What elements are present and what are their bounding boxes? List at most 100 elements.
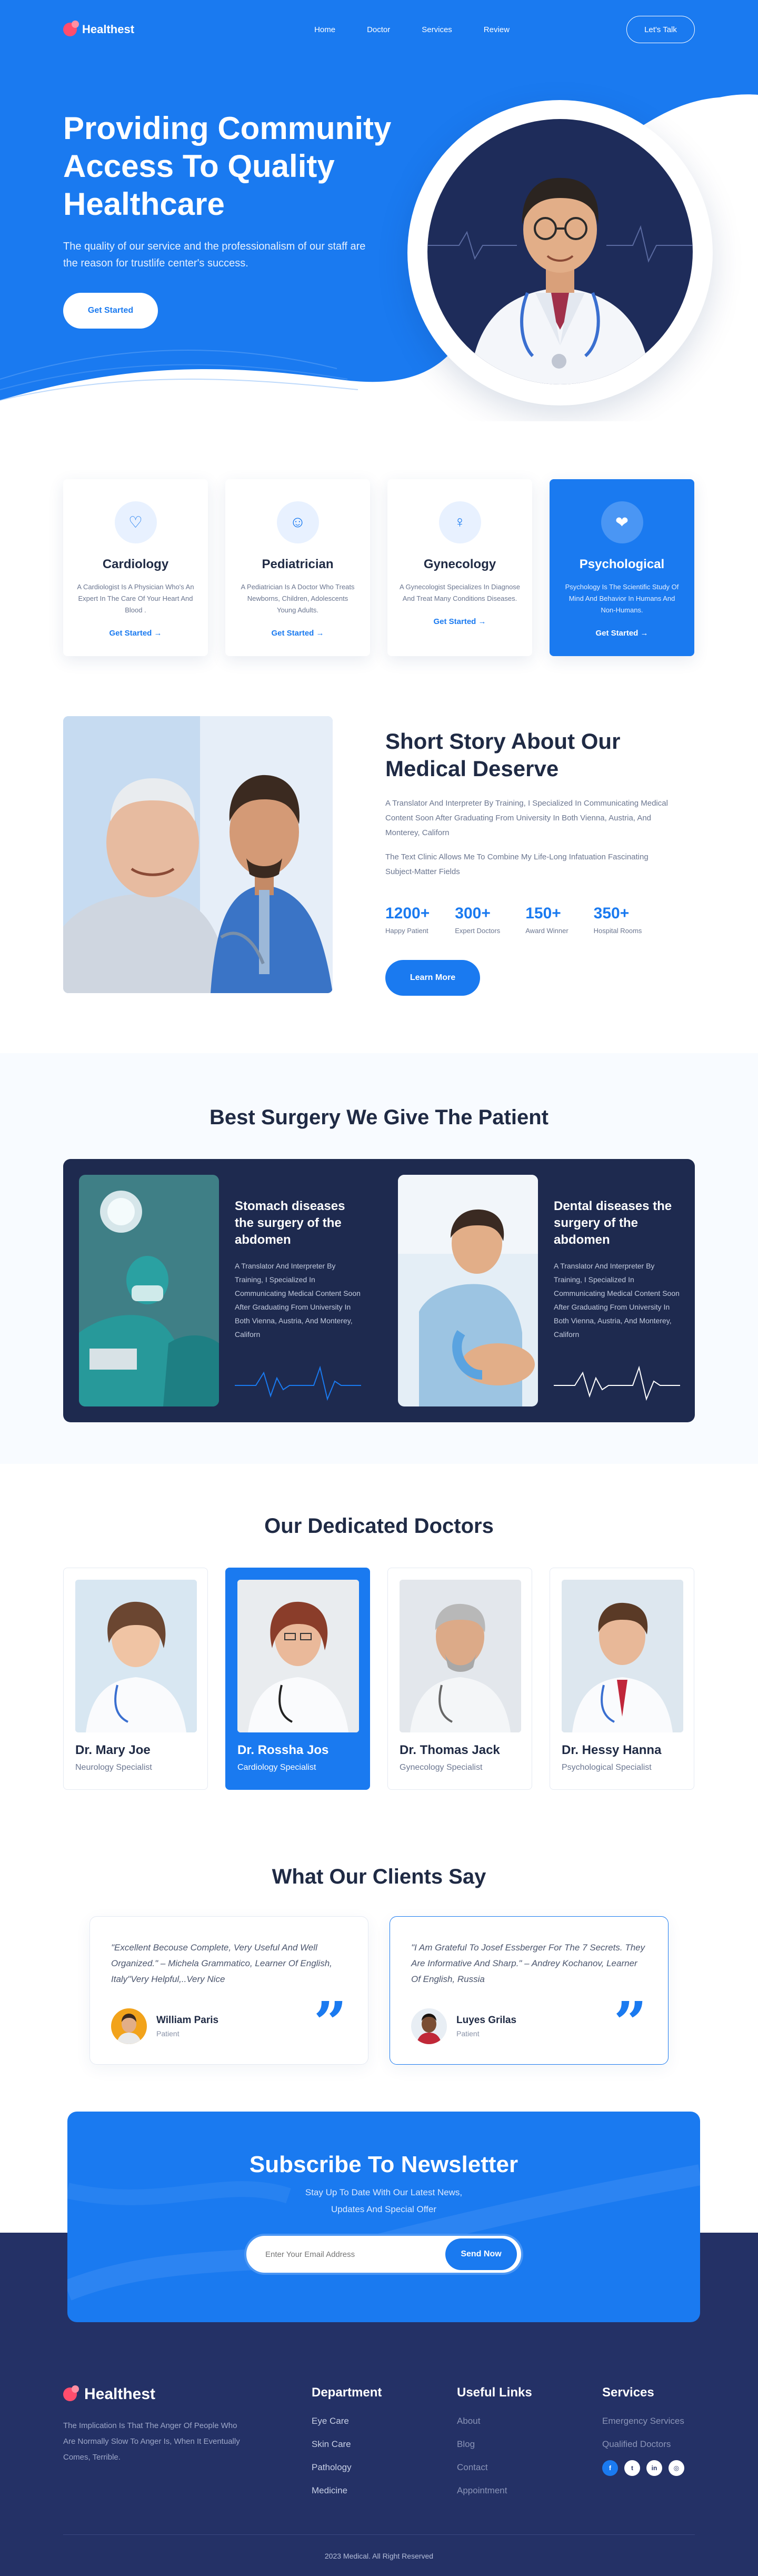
doctor-card[interactable]: Dr. Thomas Jack Gynecology Specialist bbox=[387, 1568, 532, 1790]
nav-links: Home Doctor Services Review bbox=[314, 25, 510, 34]
stat-label: Award Winner bbox=[525, 927, 568, 935]
service-get-started-link[interactable]: Get Started → bbox=[109, 629, 162, 638]
doctor-role: Gynecology Specialist bbox=[400, 1763, 483, 1772]
footer-link-emergency[interactable]: Emergency Services bbox=[602, 2416, 695, 2426]
facebook-icon[interactable]: f bbox=[602, 2460, 618, 2476]
footer-link-appointment[interactable]: Appointment bbox=[457, 2485, 602, 2496]
heartbeat-icon bbox=[554, 1365, 680, 1401]
doctor-name: Dr. Mary Joe bbox=[75, 1743, 151, 1757]
heart-icon: ♡ bbox=[114, 501, 157, 543]
doctor-photo bbox=[400, 1580, 521, 1732]
quote-icon: ” bbox=[313, 1989, 347, 2057]
testimonial-card[interactable]: "Excellent Becouse Complete, Very Useful… bbox=[89, 1916, 368, 2065]
doctor-card[interactable]: Dr. Rossha Jos Cardiology Specialist bbox=[225, 1568, 370, 1790]
story-image bbox=[63, 716, 333, 993]
footer-brand: Healthest The Implication Is That The An… bbox=[63, 2385, 312, 2509]
service-title: Gynecology bbox=[423, 557, 496, 571]
nav-link-home[interactable]: Home bbox=[314, 25, 335, 34]
surgery-section: Best Surgery We Give The Patient Stomach… bbox=[0, 1053, 758, 1464]
nav-link-review[interactable]: Review bbox=[484, 25, 510, 34]
brand-name: Healthest bbox=[82, 23, 135, 36]
email-input[interactable] bbox=[265, 2250, 445, 2259]
service-card-pediatrician[interactable]: ☺ Pediatrician A Pediatrician Is A Docto… bbox=[225, 479, 370, 656]
hero-doctor-image bbox=[427, 119, 693, 384]
linkedin-icon[interactable]: in bbox=[646, 2460, 662, 2476]
stat-value: 1200+ bbox=[385, 905, 430, 922]
doctor-name: Dr. Hessy Hanna bbox=[562, 1743, 662, 1757]
nav-link-services[interactable]: Services bbox=[422, 25, 452, 34]
footer-link-qualified-doctors[interactable]: Qualified Doctors bbox=[602, 2439, 695, 2450]
nav-link-doctor[interactable]: Doctor bbox=[367, 25, 390, 34]
testimonial-cards: "Excellent Becouse Complete, Very Useful… bbox=[63, 1916, 695, 2065]
footer-department: Department Eye Care Skin Care Pathology … bbox=[312, 2385, 457, 2509]
service-card-psychological[interactable]: ❤ Psychological Psychology Is The Scient… bbox=[550, 479, 694, 656]
service-get-started-link[interactable]: Get Started → bbox=[433, 617, 486, 626]
brand-logo[interactable]: Healthest bbox=[63, 21, 135, 36]
testimonial-role: Patient bbox=[156, 2029, 179, 2038]
surgery-stomach-image bbox=[79, 1175, 219, 1406]
avatar bbox=[111, 2008, 147, 2044]
footer-divider bbox=[63, 2534, 695, 2535]
testimonial-author: Luyes Grilas Patient bbox=[411, 2008, 647, 2044]
service-cards: ♡ Cardiology A Cardiologist Is A Physici… bbox=[63, 479, 695, 656]
surgery-dental-image bbox=[398, 1175, 538, 1406]
story-section: Short Story About Our Medical Deserve A … bbox=[0, 716, 758, 1053]
lets-talk-button[interactable]: Let's Talk bbox=[626, 16, 695, 43]
service-title: Psychological bbox=[579, 557, 665, 571]
stats-row: 1200+ Happy Patient 300+ Expert Doctors … bbox=[385, 905, 675, 935]
stat-value: 350+ bbox=[593, 905, 630, 922]
service-card-cardiology[interactable]: ♡ Cardiology A Cardiologist Is A Physici… bbox=[63, 479, 208, 656]
send-now-button[interactable]: Send Now bbox=[445, 2238, 517, 2270]
doctor-role: Neurology Specialist bbox=[75, 1763, 152, 1772]
hero-subtitle: The quality of our service and the profe… bbox=[63, 241, 366, 269]
stat-label: Happy Patient bbox=[385, 927, 428, 935]
footer-link-medicine[interactable]: Medicine bbox=[312, 2485, 457, 2496]
footer-link-blog[interactable]: Blog bbox=[457, 2439, 602, 2450]
hero-get-started-button[interactable]: Get Started bbox=[63, 293, 158, 329]
baby-icon: ☺ bbox=[276, 501, 319, 543]
logo-icon bbox=[63, 21, 79, 36]
service-description: A Gynecologist Specializes In Diagnose A… bbox=[399, 583, 521, 602]
stat-happy-patient: 1200+ Happy Patient bbox=[385, 905, 430, 935]
footer-link-eye-care[interactable]: Eye Care bbox=[312, 2416, 457, 2426]
stat-hospital-rooms: 350+ Hospital Rooms bbox=[594, 905, 642, 935]
surgery-title: Dental diseases the surgery of the abdom… bbox=[554, 1199, 672, 1247]
footer-link-contact[interactable]: Contact bbox=[457, 2462, 602, 2473]
footer-services: Services Emergency Services Qualified Do… bbox=[602, 2385, 695, 2509]
service-card-gynecology[interactable]: ♀ Gynecology A Gynecologist Specializes … bbox=[387, 479, 532, 656]
service-get-started-link[interactable]: Get Started → bbox=[595, 629, 648, 638]
doctor-photo bbox=[237, 1580, 359, 1732]
twitter-icon[interactable]: t bbox=[624, 2460, 640, 2476]
testimonial-quote: "Excellent Becouse Complete, Very Useful… bbox=[111, 1943, 332, 1984]
services-section: ♡ Cardiology A Cardiologist Is A Physici… bbox=[0, 421, 758, 716]
quote-icon: ” bbox=[613, 1989, 647, 2057]
learn-more-button[interactable]: Learn More bbox=[385, 960, 480, 996]
footer-heading: Useful Links bbox=[457, 2385, 532, 2400]
service-get-started-link[interactable]: Get Started → bbox=[271, 629, 324, 638]
footer-link-pathology[interactable]: Pathology bbox=[312, 2462, 457, 2473]
doctor-card[interactable]: Dr. Mary Joe Neurology Specialist bbox=[63, 1568, 208, 1790]
testimonial-card[interactable]: "I Am Grateful To Josef Essberger For Th… bbox=[390, 1916, 669, 2065]
stat-award-winner: 150+ Award Winner bbox=[525, 905, 568, 935]
doctor-role: Cardiology Specialist bbox=[237, 1763, 316, 1772]
doctors-section-title: Our Dedicated Doctors bbox=[264, 1514, 494, 1538]
surgery-item-dental[interactable]: Dental diseases the surgery of the abdom… bbox=[398, 1175, 680, 1406]
doctor-card[interactable]: Dr. Hessy Hanna Psychological Specialist bbox=[550, 1568, 694, 1790]
story-content: Short Story About Our Medical Deserve A … bbox=[385, 716, 675, 1053]
story-paragraph-1: A Translator And Interpreter By Training… bbox=[385, 799, 668, 837]
footer-link-about[interactable]: About bbox=[457, 2416, 602, 2426]
footer-logo[interactable]: Healthest bbox=[63, 2385, 312, 2403]
newsletter-section: Subscribe To Newsletter Stay Up To Date … bbox=[0, 2112, 758, 2322]
avatar bbox=[411, 2008, 447, 2044]
instagram-icon[interactable]: ◎ bbox=[669, 2460, 684, 2476]
social-links: f t in ◎ bbox=[602, 2460, 695, 2476]
testimonial-name: Luyes Grilas bbox=[456, 2015, 517, 2026]
doctor-name: Dr. Rossha Jos bbox=[237, 1743, 329, 1757]
stat-label: Expert Doctors bbox=[455, 927, 501, 935]
stat-expert-doctors: 300+ Expert Doctors bbox=[455, 905, 500, 935]
service-title: Cardiology bbox=[102, 557, 169, 571]
testimonial-quote: "I Am Grateful To Josef Essberger For Th… bbox=[411, 1943, 645, 1984]
footer-link-skin-care[interactable]: Skin Care bbox=[312, 2439, 457, 2450]
heartbeat-icon bbox=[235, 1365, 361, 1401]
surgery-item-stomach[interactable]: Stomach diseases the surgery of the abdo… bbox=[79, 1175, 361, 1406]
